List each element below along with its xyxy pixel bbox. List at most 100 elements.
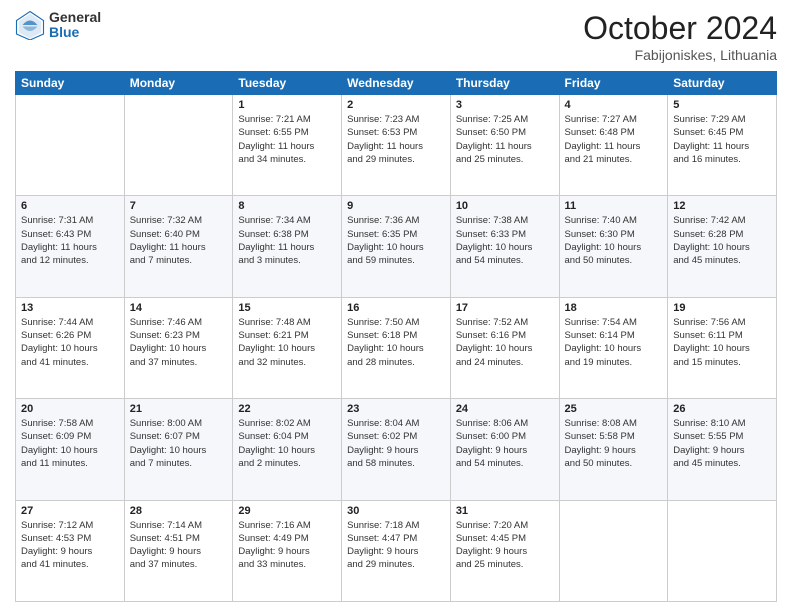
day-info-6: Sunrise: 7:31 AM Sunset: 6:43 PM Dayligh… bbox=[21, 214, 119, 267]
day-number-28: 28 bbox=[130, 505, 228, 517]
calendar-cell-w3-d0: 20 Sunrise: 7:58 AM Sunset: 6:09 PM Dayli… bbox=[16, 399, 125, 500]
calendar-cell-w4-d4: 31 Sunrise: 7:20 AM Sunset: 4:45 PM Dayli… bbox=[450, 500, 559, 601]
week-row-4: 27 Sunrise: 7:12 AM Sunset: 4:53 PM Dayli… bbox=[16, 500, 777, 601]
day-number-2: 2 bbox=[347, 99, 445, 111]
calendar-cell-w3-d4: 24 Sunrise: 8:06 AM Sunset: 6:00 PM Dayli… bbox=[450, 399, 559, 500]
day-info-2: Sunrise: 7:23 AM Sunset: 6:53 PM Dayligh… bbox=[347, 113, 445, 166]
day-info-7: Sunrise: 7:32 AM Sunset: 6:40 PM Dayligh… bbox=[130, 214, 228, 267]
day-number-25: 25 bbox=[565, 403, 663, 415]
calendar-cell-w2-d1: 14Sunrise: 7:46 AM Sunset: 6:23 PM Dayli… bbox=[124, 297, 233, 398]
day-number-24: 24 bbox=[456, 403, 554, 415]
calendar-cell-w2-d6: 19 Sunrise: 7:56 AM Sunset: 6:11 PM Dayli… bbox=[668, 297, 777, 398]
day-number-16: 16 bbox=[347, 302, 445, 314]
calendar-cell-w2-d5: 18 Sunrise: 7:54 AM Sunset: 6:14 PM Dayli… bbox=[559, 297, 668, 398]
calendar-cell-w4-d2: 29 Sunrise: 7:16 AM Sunset: 4:49 PM Dayli… bbox=[233, 500, 342, 601]
header-tuesday: Tuesday bbox=[233, 72, 342, 95]
header-saturday: Saturday bbox=[668, 72, 777, 95]
day-number-6: 6 bbox=[21, 200, 119, 212]
day-number-12: 12 bbox=[673, 200, 771, 212]
calendar-header-row: Sunday Monday Tuesday Wednesday Thursday… bbox=[16, 72, 777, 95]
week-row-2: 13Sunrise: 7:44 AM Sunset: 6:26 PM Dayli… bbox=[16, 297, 777, 398]
day-number-1: 1 bbox=[238, 99, 336, 111]
calendar-cell-w0-d6: 5Sunrise: 7:29 AM Sunset: 6:45 PM Daylig… bbox=[668, 95, 777, 196]
day-number-22: 22 bbox=[238, 403, 336, 415]
day-info-28: Sunrise: 7:14 AM Sunset: 4:51 PM Dayligh… bbox=[130, 519, 228, 572]
day-info-17: Sunrise: 7:52 AM Sunset: 6:16 PM Dayligh… bbox=[456, 316, 554, 369]
logo-text: General Blue bbox=[49, 10, 101, 41]
day-number-19: 19 bbox=[673, 302, 771, 314]
calendar-cell-w4-d6 bbox=[668, 500, 777, 601]
day-number-5: 5 bbox=[673, 99, 771, 111]
day-info-31: Sunrise: 7:20 AM Sunset: 4:45 PM Dayligh… bbox=[456, 519, 554, 572]
calendar-cell-w4-d1: 28 Sunrise: 7:14 AM Sunset: 4:51 PM Dayli… bbox=[124, 500, 233, 601]
calendar-cell-w0-d1 bbox=[124, 95, 233, 196]
day-info-3: Sunrise: 7:25 AM Sunset: 6:50 PM Dayligh… bbox=[456, 113, 554, 166]
day-info-16: Sunrise: 7:50 AM Sunset: 6:18 PM Dayligh… bbox=[347, 316, 445, 369]
calendar-cell-w4-d0: 27 Sunrise: 7:12 AM Sunset: 4:53 PM Dayli… bbox=[16, 500, 125, 601]
day-number-30: 30 bbox=[347, 505, 445, 517]
day-info-19: Sunrise: 7:56 AM Sunset: 6:11 PM Dayligh… bbox=[673, 316, 771, 369]
header-friday: Friday bbox=[559, 72, 668, 95]
day-info-26: Sunrise: 8:10 AM Sunset: 5:55 PM Dayligh… bbox=[673, 417, 771, 470]
month-title: October 2024 bbox=[583, 10, 777, 47]
day-info-27: Sunrise: 7:12 AM Sunset: 4:53 PM Dayligh… bbox=[21, 519, 119, 572]
day-info-23: Sunrise: 8:04 AM Sunset: 6:02 PM Dayligh… bbox=[347, 417, 445, 470]
calendar-cell-w2-d0: 13Sunrise: 7:44 AM Sunset: 6:26 PM Dayli… bbox=[16, 297, 125, 398]
day-info-25: Sunrise: 8:08 AM Sunset: 5:58 PM Dayligh… bbox=[565, 417, 663, 470]
calendar-cell-w1-d1: 7Sunrise: 7:32 AM Sunset: 6:40 PM Daylig… bbox=[124, 196, 233, 297]
day-number-27: 27 bbox=[21, 505, 119, 517]
calendar-cell-w2-d3: 16 Sunrise: 7:50 AM Sunset: 6:18 PM Dayli… bbox=[342, 297, 451, 398]
day-number-31: 31 bbox=[456, 505, 554, 517]
day-info-24: Sunrise: 8:06 AM Sunset: 6:00 PM Dayligh… bbox=[456, 417, 554, 470]
day-info-12: Sunrise: 7:42 AM Sunset: 6:28 PM Dayligh… bbox=[673, 214, 771, 267]
day-number-10: 10 bbox=[456, 200, 554, 212]
calendar-cell-w2-d4: 17 Sunrise: 7:52 AM Sunset: 6:16 PM Dayli… bbox=[450, 297, 559, 398]
day-number-3: 3 bbox=[456, 99, 554, 111]
day-number-29: 29 bbox=[238, 505, 336, 517]
header-wednesday: Wednesday bbox=[342, 72, 451, 95]
day-info-18: Sunrise: 7:54 AM Sunset: 6:14 PM Dayligh… bbox=[565, 316, 663, 369]
day-info-20: Sunrise: 7:58 AM Sunset: 6:09 PM Dayligh… bbox=[21, 417, 119, 470]
day-info-8: Sunrise: 7:34 AM Sunset: 6:38 PM Dayligh… bbox=[238, 214, 336, 267]
calendar-cell-w1-d5: 11 Sunrise: 7:40 AM Sunset: 6:30 PM Dayli… bbox=[559, 196, 668, 297]
calendar-cell-w3-d5: 25 Sunrise: 8:08 AM Sunset: 5:58 PM Dayli… bbox=[559, 399, 668, 500]
calendar-cell-w3-d6: 26 Sunrise: 8:10 AM Sunset: 5:55 PM Dayli… bbox=[668, 399, 777, 500]
calendar-cell-w1-d3: 9 Sunrise: 7:36 AM Sunset: 6:35 PM Daylig… bbox=[342, 196, 451, 297]
calendar-cell-w4-d3: 30 Sunrise: 7:18 AM Sunset: 4:47 PM Dayli… bbox=[342, 500, 451, 601]
calendar-cell-w3-d2: 22 Sunrise: 8:02 AM Sunset: 6:04 PM Dayli… bbox=[233, 399, 342, 500]
header-thursday: Thursday bbox=[450, 72, 559, 95]
calendar-cell-w3-d3: 23 Sunrise: 8:04 AM Sunset: 6:02 PM Dayli… bbox=[342, 399, 451, 500]
day-number-20: 20 bbox=[21, 403, 119, 415]
day-info-15: Sunrise: 7:48 AM Sunset: 6:21 PM Dayligh… bbox=[238, 316, 336, 369]
day-info-22: Sunrise: 8:02 AM Sunset: 6:04 PM Dayligh… bbox=[238, 417, 336, 470]
day-info-10: Sunrise: 7:38 AM Sunset: 6:33 PM Dayligh… bbox=[456, 214, 554, 267]
calendar-cell-w0-d3: 2 Sunrise: 7:23 AM Sunset: 6:53 PM Daylig… bbox=[342, 95, 451, 196]
day-number-11: 11 bbox=[565, 200, 663, 212]
day-info-4: Sunrise: 7:27 AM Sunset: 6:48 PM Dayligh… bbox=[565, 113, 663, 166]
day-number-18: 18 bbox=[565, 302, 663, 314]
calendar: Sunday Monday Tuesday Wednesday Thursday… bbox=[15, 71, 777, 602]
calendar-cell-w1-d0: 6 Sunrise: 7:31 AM Sunset: 6:43 PM Daylig… bbox=[16, 196, 125, 297]
day-number-17: 17 bbox=[456, 302, 554, 314]
day-number-9: 9 bbox=[347, 200, 445, 212]
header: General Blue October 2024 Fabijoniskes, … bbox=[15, 10, 777, 63]
logo-blue: Blue bbox=[49, 25, 101, 40]
day-number-23: 23 bbox=[347, 403, 445, 415]
header-monday: Monday bbox=[124, 72, 233, 95]
calendar-cell-w1-d2: 8Sunrise: 7:34 AM Sunset: 6:38 PM Daylig… bbox=[233, 196, 342, 297]
day-info-1: Sunrise: 7:21 AM Sunset: 6:55 PM Dayligh… bbox=[238, 113, 336, 166]
day-info-9: Sunrise: 7:36 AM Sunset: 6:35 PM Dayligh… bbox=[347, 214, 445, 267]
header-sunday: Sunday bbox=[16, 72, 125, 95]
day-info-29: Sunrise: 7:16 AM Sunset: 4:49 PM Dayligh… bbox=[238, 519, 336, 572]
week-row-3: 20 Sunrise: 7:58 AM Sunset: 6:09 PM Dayli… bbox=[16, 399, 777, 500]
calendar-cell-w2-d2: 15Sunrise: 7:48 AM Sunset: 6:21 PM Dayli… bbox=[233, 297, 342, 398]
day-number-26: 26 bbox=[673, 403, 771, 415]
day-number-21: 21 bbox=[130, 403, 228, 415]
day-info-30: Sunrise: 7:18 AM Sunset: 4:47 PM Dayligh… bbox=[347, 519, 445, 572]
calendar-cell-w4-d5 bbox=[559, 500, 668, 601]
calendar-cell-w1-d4: 10 Sunrise: 7:38 AM Sunset: 6:33 PM Dayli… bbox=[450, 196, 559, 297]
day-info-11: Sunrise: 7:40 AM Sunset: 6:30 PM Dayligh… bbox=[565, 214, 663, 267]
title-block: October 2024 Fabijoniskes, Lithuania bbox=[583, 10, 777, 63]
calendar-cell-w1-d6: 12 Sunrise: 7:42 AM Sunset: 6:28 PM Dayli… bbox=[668, 196, 777, 297]
calendar-cell-w0-d0 bbox=[16, 95, 125, 196]
